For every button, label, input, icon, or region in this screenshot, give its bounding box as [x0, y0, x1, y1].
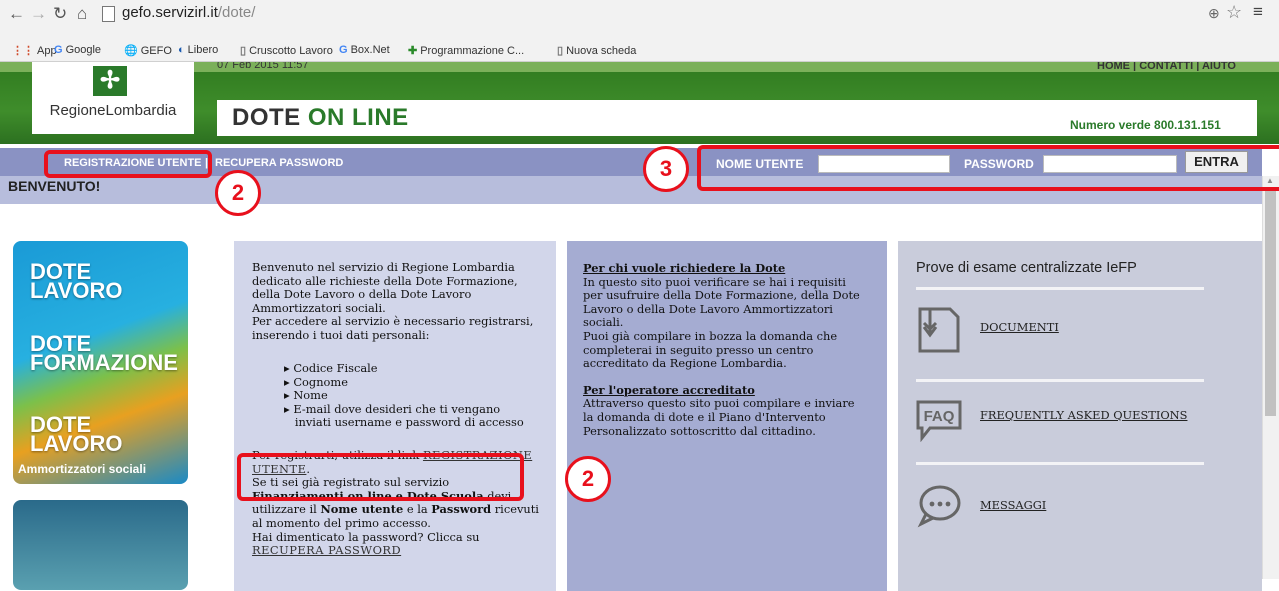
url-host: gefo.servizirl.it [122, 4, 218, 21]
svg-text:FAQ: FAQ [924, 408, 955, 425]
recover-password-text-link[interactable]: RECUPERA PASSWORD [252, 543, 401, 557]
intro-text: Benvenuto nel servizio di Regione Lombar… [252, 260, 534, 342]
annotation-box-register-link [237, 453, 524, 501]
list-item: ▸ Codice Fiscale [284, 361, 378, 375]
address-bar[interactable]: gefo.servizirl.it/dote/ [122, 4, 255, 21]
bookmark-programmazione[interactable]: ✚ Programmazione C... [408, 44, 524, 57]
header-date: 07 Feb 2015 11:57 [217, 62, 309, 69]
annotation-number-2-top: 2 [215, 170, 261, 216]
list-item: inviati username e password di accesso [294, 415, 524, 430]
heading-operators: Per l'operatore accreditato [583, 382, 755, 397]
dote-lavoro-title: DOTE LAVORO [30, 259, 123, 303]
bookmark-cruscotto[interactable]: ▯ Cruscotto Lavoro [240, 44, 333, 57]
divider [916, 462, 1204, 465]
welcome-heading: BENVENUTO! [8, 178, 101, 194]
bookmark-google[interactable]: G Google [54, 44, 101, 56]
logo-text: RegioneLombardia [49, 102, 177, 119]
dote-formazione-title: DOTE FORMAZIONE [30, 331, 178, 375]
faq-link[interactable]: FREQUENTLY ASKED QUESTIONS [980, 408, 1187, 422]
documents-link[interactable]: DOCUMENTI [980, 320, 1059, 334]
reload-icon[interactable]: ↻ [53, 4, 67, 24]
toll-free-number: Numero verde 800.131.151 [1070, 118, 1221, 132]
list-item: ▸ Cognome [284, 374, 348, 389]
messages-link[interactable]: MESSAGGI [980, 498, 1046, 512]
bookmark-nuova-scheda[interactable]: ▯ Nuova scheda [557, 44, 636, 57]
divider [916, 287, 1204, 290]
zoom-icon[interactable]: ⊕ [1208, 5, 1220, 22]
header-top-links[interactable]: HOME | CONTATTI | AIUTO [1097, 62, 1236, 71]
scrollbar-thumb[interactable] [1265, 190, 1276, 416]
site-title: DOTE ON LINE [232, 104, 409, 131]
required-data-list: ▸ Codice Fiscale ▸ Cognome ▸ Nome ▸ E-ma… [284, 361, 524, 430]
dote-lavoro-amm-title: DOTE LAVORO [30, 412, 123, 456]
url-path: /dote/ [217, 4, 256, 21]
bookmark-boxnet[interactable]: G Box.Net [339, 44, 390, 56]
bookmark-libero[interactable]: ◐ Libero [178, 44, 218, 56]
exam-panel-title: Prove di esame centralizzate IeFP [916, 260, 1137, 276]
back-icon[interactable]: ← [8, 4, 25, 24]
home-icon[interactable]: ⌂ [77, 4, 87, 24]
document-download-icon[interactable] [916, 307, 962, 353]
forward-icon[interactable]: → [30, 4, 47, 24]
photo-banner[interactable] [13, 500, 188, 590]
bookmark-star-icon[interactable]: ☆ [1226, 2, 1242, 23]
annotation-box-login [697, 145, 1279, 191]
chat-bubble-icon[interactable] [916, 482, 962, 528]
ammortizzatori-label: Ammortizzatori sociali [18, 462, 147, 476]
info-text: Per chi vuole richiedere la Dote In ques… [583, 261, 860, 438]
faq-icon[interactable]: FAQ [916, 396, 962, 442]
annotation-number-2-bottom: 2 [565, 456, 611, 502]
recover-password-link[interactable]: RECUPERA PASSWORD [215, 157, 343, 169]
annotation-box-register [44, 150, 212, 178]
divider [916, 379, 1204, 382]
page-icon [102, 6, 115, 22]
lombardia-rose-icon: ✢ [93, 66, 127, 96]
bookmarks-bar: ⋮⋮ App G Google 🌐 GEFO ◐ Libero ▯ Cruscotto L… [0, 44, 1279, 60]
annotation-number-3: 3 [643, 146, 689, 192]
list-item: ▸ Nome [284, 388, 328, 403]
menu-icon[interactable]: ≡ [1253, 2, 1263, 22]
bookmark-gefo[interactable]: 🌐 GEFO [124, 44, 172, 57]
list-item: ▸ E-mail dove desideri che ti vengano [284, 401, 501, 416]
bookmark-app[interactable]: ⋮⋮ App [12, 44, 57, 57]
heading-citizens: Per chi vuole richiedere la Dote [583, 261, 786, 275]
